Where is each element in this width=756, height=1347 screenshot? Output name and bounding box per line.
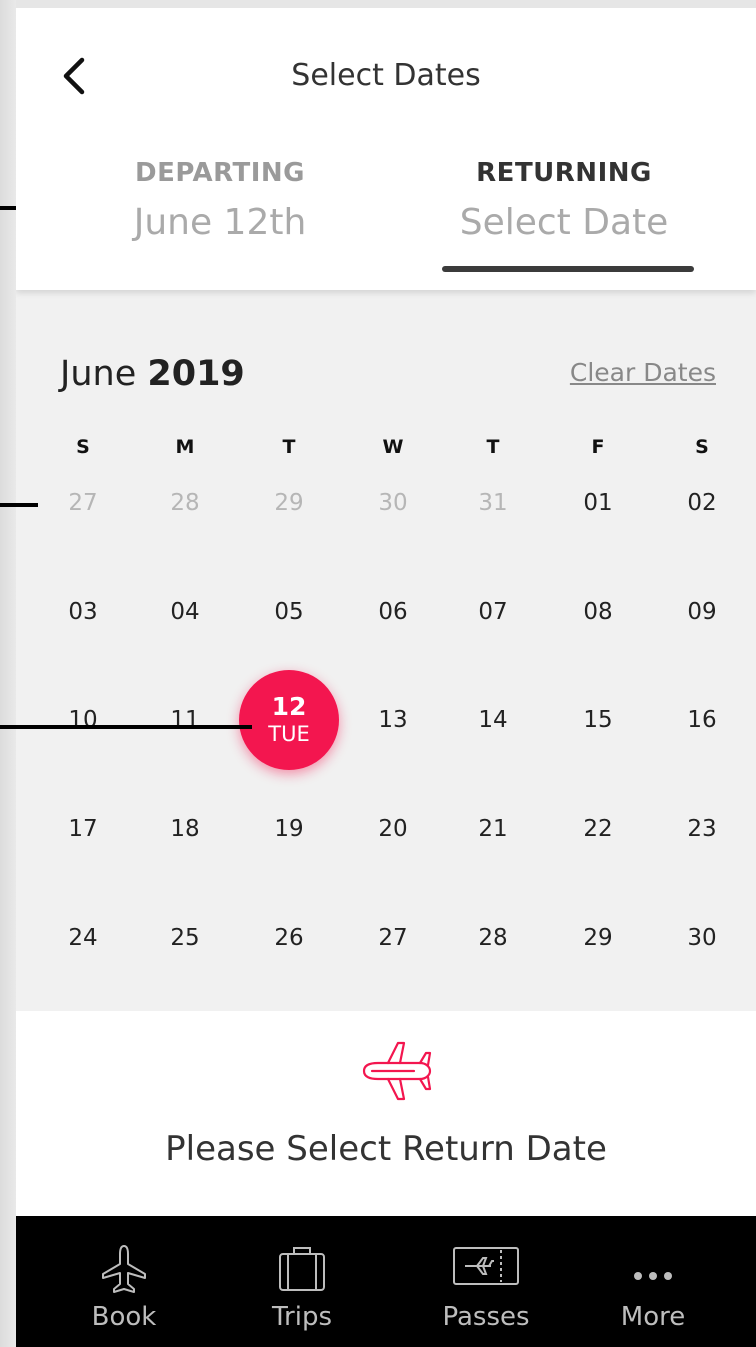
- weekday-label: S: [695, 436, 709, 458]
- calendar-day[interactable]: 01: [558, 473, 638, 533]
- calendar-day[interactable]: 02: [662, 473, 742, 533]
- tab-trips-label: Trips: [271, 1302, 333, 1332]
- active-tab-indicator: [442, 266, 694, 272]
- calendar-day[interactable]: 07: [453, 582, 533, 642]
- left-edge-shadow: [0, 0, 16, 1347]
- calendar-day[interactable]: 24: [43, 908, 123, 968]
- clear-dates-link[interactable]: Clear Dates: [570, 358, 716, 387]
- departing-date: June 12th: [133, 202, 307, 243]
- calendar-day[interactable]: 18: [145, 799, 225, 859]
- app-screen: Select Dates DEPARTING June 12th RETURNI…: [16, 8, 756, 1347]
- calendar-day[interactable]: 25: [145, 908, 225, 968]
- boarding-pass-icon: [453, 1247, 519, 1285]
- calendar-day[interactable]: 14: [453, 690, 533, 750]
- calendar-day[interactable]: 16: [662, 690, 742, 750]
- month-year: 2019: [147, 354, 245, 394]
- more-icon: [634, 1272, 672, 1280]
- tab-book-label: Book: [91, 1302, 157, 1332]
- calendar-day[interactable]: 30: [353, 473, 433, 533]
- annotation-line: [0, 725, 252, 729]
- weekday-label: F: [591, 436, 605, 458]
- calendar-day[interactable]: 27: [353, 908, 433, 968]
- tab-returning[interactable]: RETURNING Select Date: [414, 158, 714, 243]
- page-title: Select Dates: [291, 58, 481, 93]
- tab-more[interactable]: More: [573, 1216, 733, 1347]
- calendar-day[interactable]: 30: [662, 908, 742, 968]
- returning-date: Select Date: [459, 202, 669, 243]
- bottom-tab-bar: Book Trips Passes More: [16, 1216, 756, 1347]
- month-title: June 2019: [60, 354, 245, 394]
- calendar-day[interactable]: 13: [353, 690, 433, 750]
- calendar-day[interactable]: 22: [558, 799, 638, 859]
- selected-day[interactable]: 12 TUE: [239, 670, 339, 770]
- calendar-day[interactable]: 09: [662, 582, 742, 642]
- date-header: Select Dates DEPARTING June 12th RETURNI…: [16, 8, 756, 290]
- calendar-day[interactable]: 31: [453, 473, 533, 533]
- calendar-day[interactable]: 20: [353, 799, 433, 859]
- weekday-label: T: [486, 436, 500, 458]
- weekday-header: SMTWTFS: [32, 436, 756, 476]
- calendar-day[interactable]: 29: [558, 908, 638, 968]
- calendar-day[interactable]: 17: [43, 799, 123, 859]
- tab-book[interactable]: Book: [44, 1216, 204, 1347]
- calendar-day[interactable]: 27: [43, 473, 123, 533]
- weekday-label: S: [76, 436, 90, 458]
- tab-passes[interactable]: Passes: [406, 1216, 566, 1347]
- weekday-label: W: [382, 436, 404, 458]
- calendar-day[interactable]: 28: [453, 908, 533, 968]
- airplane-icon: [362, 1041, 432, 1101]
- calendar-day[interactable]: 03: [43, 582, 123, 642]
- return-date-prompt: Please Select Return Date: [16, 1011, 756, 1216]
- calendar-day[interactable]: 10: [43, 690, 123, 750]
- calendar-day[interactable]: 11: [145, 690, 225, 750]
- calendar-day[interactable]: 06: [353, 582, 433, 642]
- selected-day-number: 12: [271, 692, 307, 721]
- calendar-day[interactable]: 23: [662, 799, 742, 859]
- tab-departing[interactable]: DEPARTING June 12th: [70, 158, 370, 243]
- weekday-label: T: [282, 436, 296, 458]
- returning-label: RETURNING: [476, 158, 652, 188]
- calendar-day[interactable]: 08: [558, 582, 638, 642]
- calendar-day[interactable]: 28: [145, 473, 225, 533]
- calendar-day[interactable]: 21: [453, 799, 533, 859]
- tab-more-label: More: [620, 1302, 686, 1332]
- prompt-text: Please Select Return Date: [165, 1129, 607, 1169]
- calendar-day[interactable]: 05: [249, 582, 329, 642]
- month-name: June: [60, 354, 137, 394]
- calendar-day[interactable]: 19: [249, 799, 329, 859]
- tab-trips[interactable]: Trips: [222, 1216, 382, 1347]
- tab-passes-label: Passes: [442, 1302, 530, 1332]
- weekday-label: M: [175, 436, 195, 458]
- calendar-day[interactable]: 29: [249, 473, 329, 533]
- selected-day-weekday: TUE: [268, 722, 310, 746]
- annotation-line: [0, 503, 38, 507]
- suitcase-icon: [279, 1247, 325, 1291]
- calendar-day[interactable]: 04: [145, 582, 225, 642]
- calendar-day[interactable]: 15: [558, 690, 638, 750]
- airplane-icon: [102, 1245, 146, 1293]
- departing-label: DEPARTING: [135, 158, 305, 188]
- calendar-day[interactable]: 26: [249, 908, 329, 968]
